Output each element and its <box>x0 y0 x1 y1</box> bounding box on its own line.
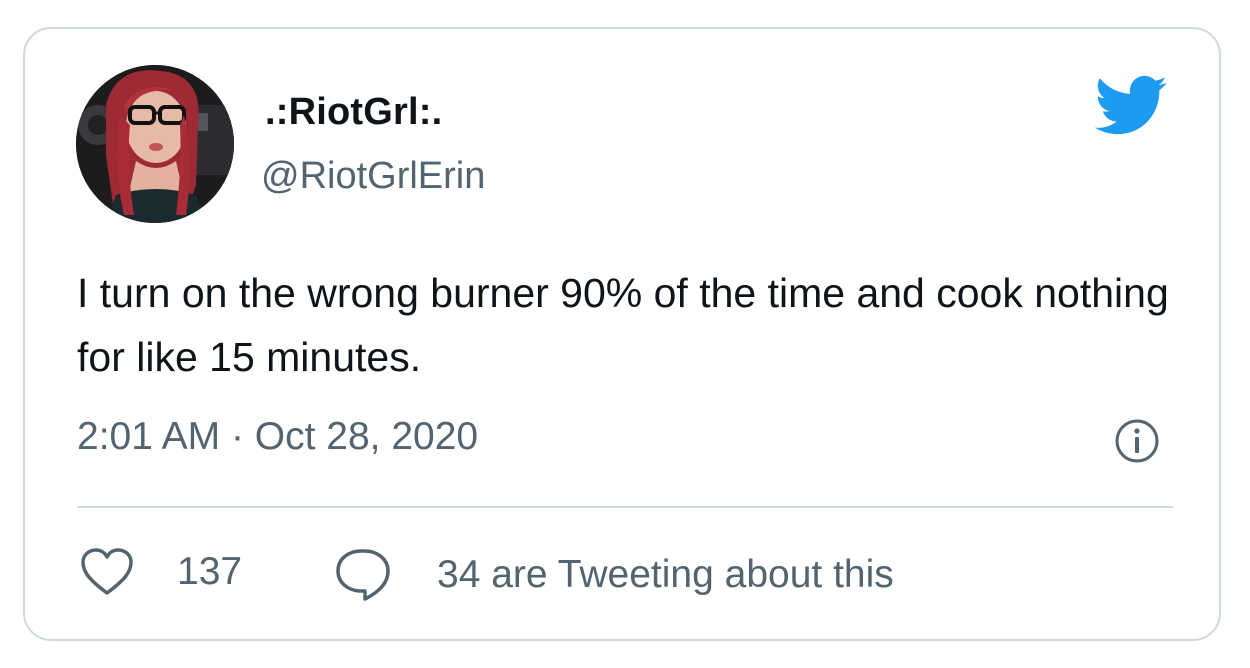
tweet-time[interactable]: 2:01 AM <box>77 415 220 458</box>
conversation-label: 34 are Tweeting about this <box>437 553 894 596</box>
tweet-date[interactable]: Oct 28, 2020 <box>255 415 478 458</box>
avatar-image <box>76 65 234 223</box>
twitter-bird-icon[interactable] <box>1091 69 1173 141</box>
speech-bubble-icon <box>336 549 390 601</box>
info-icon[interactable] <box>1113 417 1161 465</box>
tweet-card[interactable]: .:RiotGrl:. @RiotGrlErin I turn on the w… <box>23 27 1221 641</box>
avatar[interactable] <box>76 65 234 223</box>
timestamp[interactable]: 2:01 AM · Oct 28, 2020 <box>77 415 478 459</box>
like-count: 137 <box>177 550 243 593</box>
heart-icon <box>81 548 133 595</box>
tweet-text: I turn on the wrong burner 90% of the ti… <box>77 270 1169 380</box>
divider <box>77 506 1173 508</box>
display-name[interactable]: .:RiotGrl:. <box>265 91 442 134</box>
meta-separator: · <box>230 415 244 458</box>
user-handle[interactable]: @RiotGrlErin <box>261 155 485 198</box>
conversation-link[interactable]: 34 are Tweeting about this <box>335 547 894 603</box>
like-button[interactable]: 137 <box>79 547 242 597</box>
